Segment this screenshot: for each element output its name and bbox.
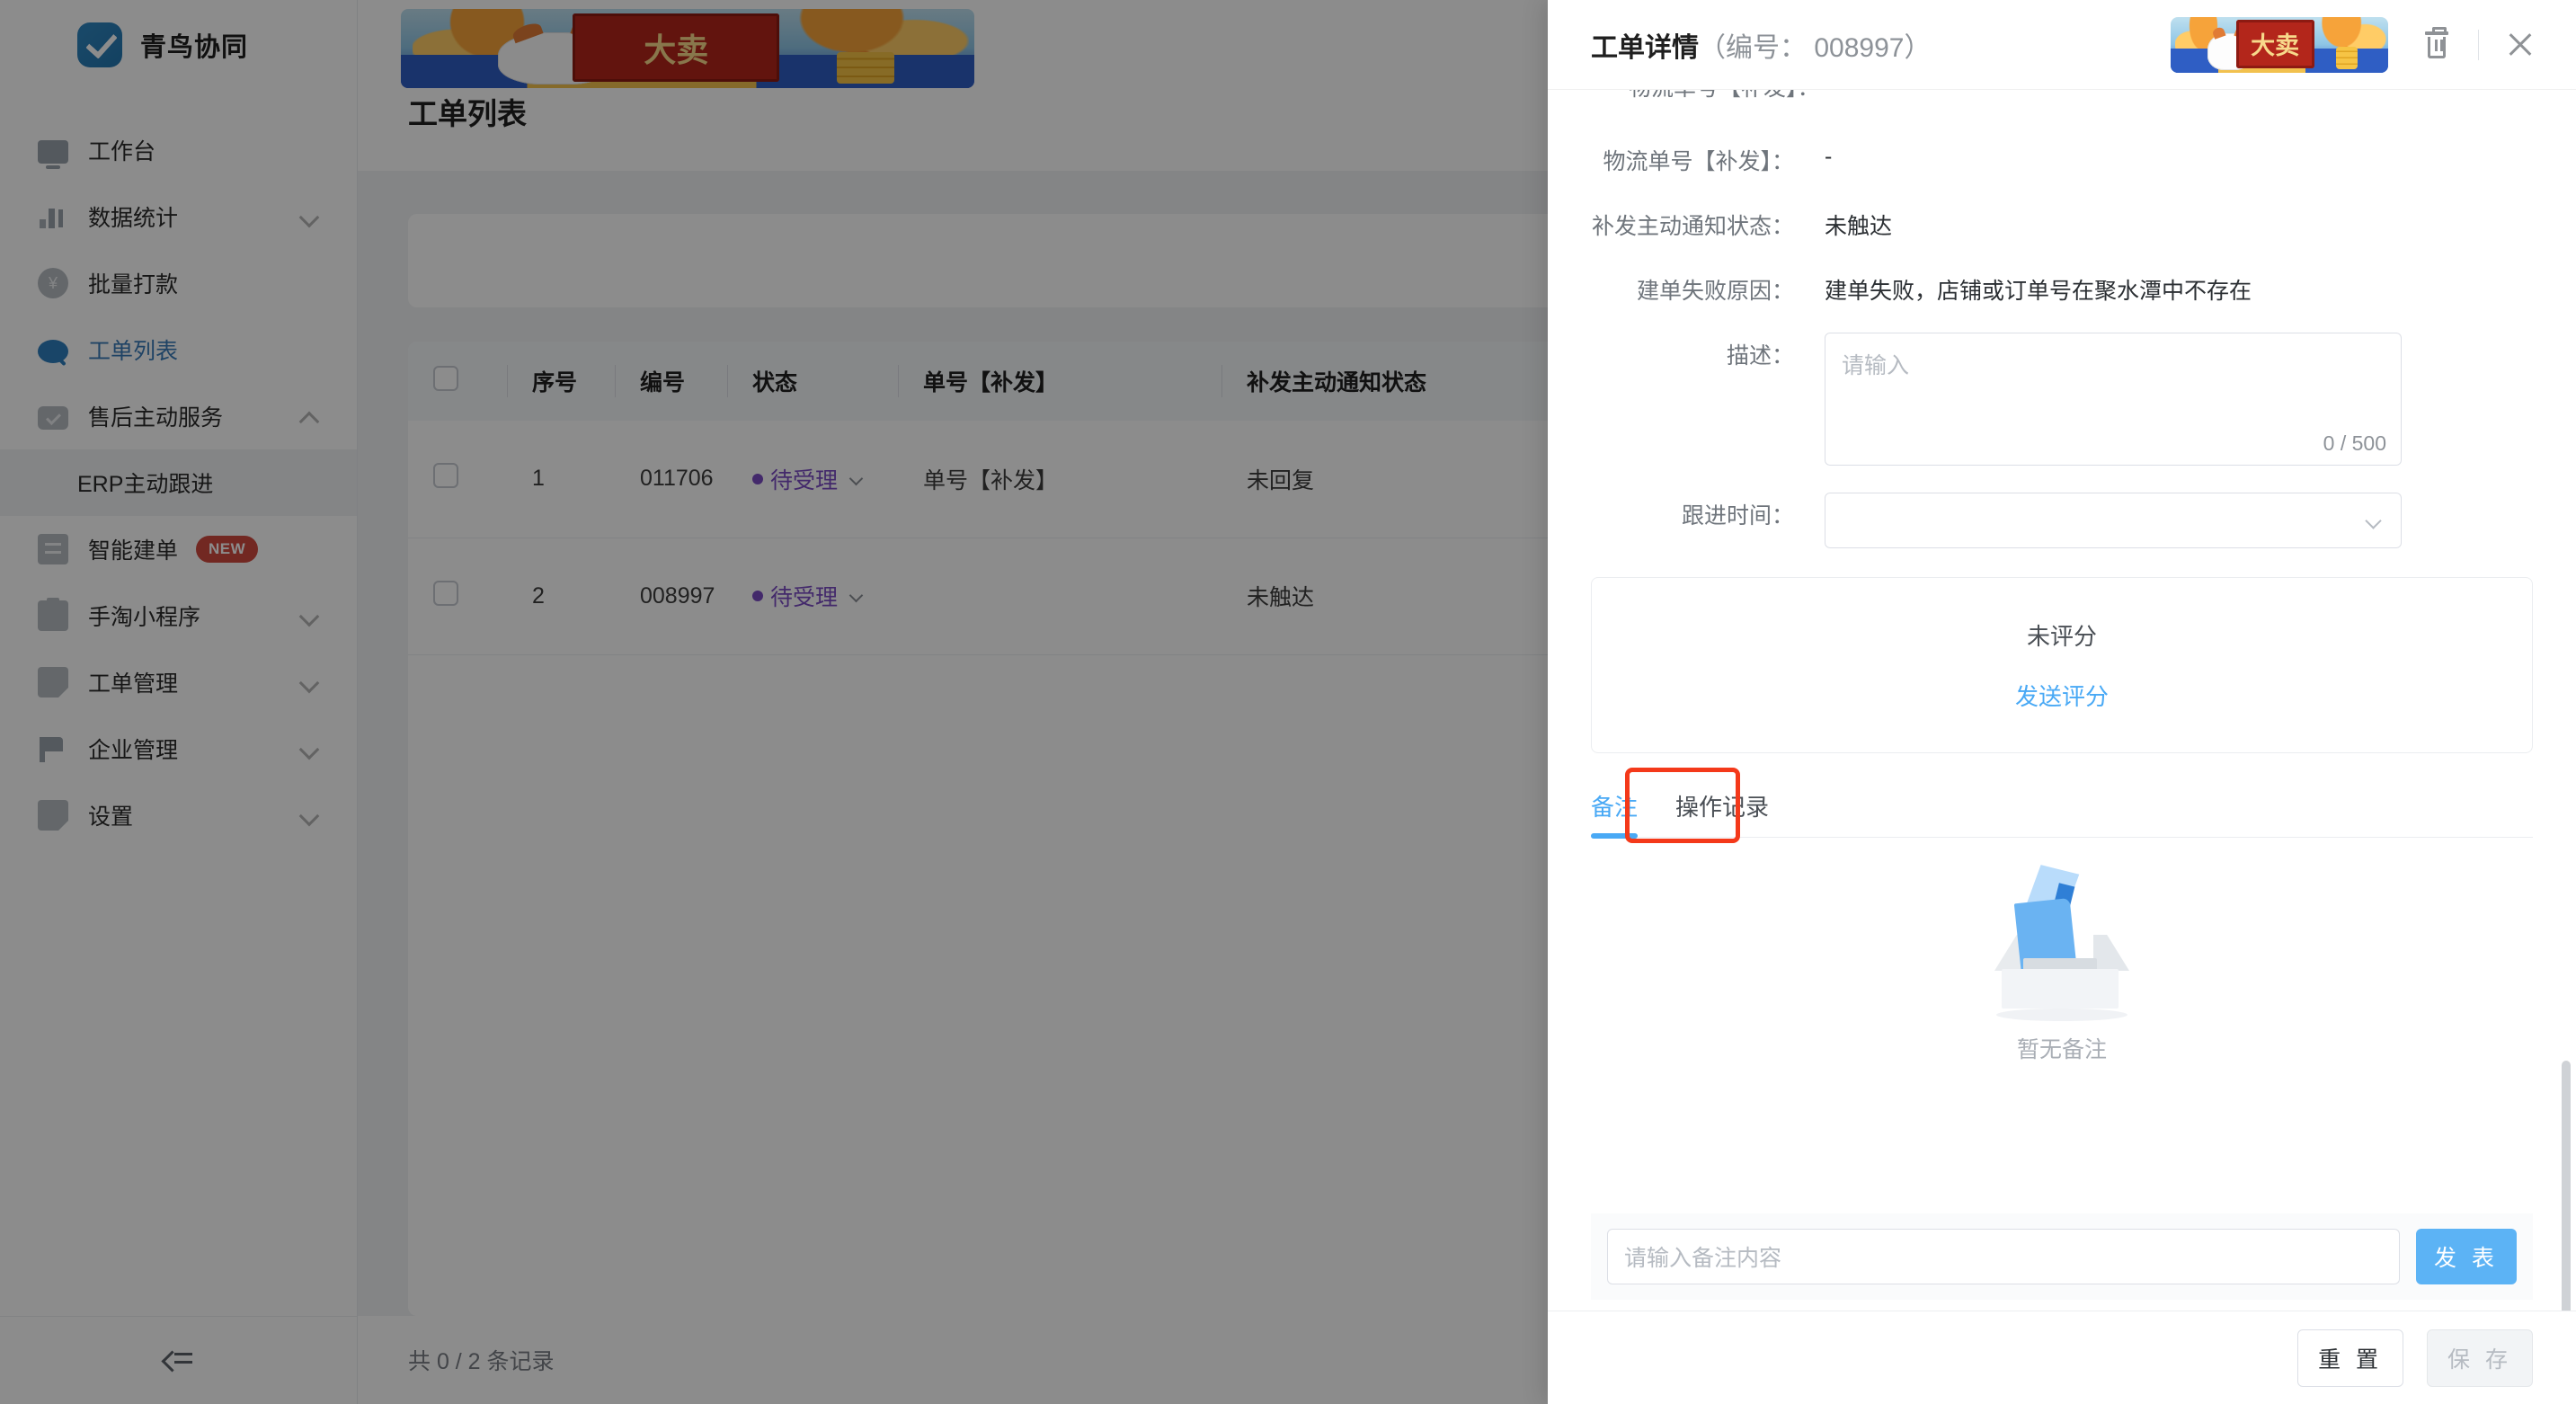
field-logistics-number: 物流单号【补发】： - [1591, 111, 2533, 176]
empty-caption: 暂无备注 [2016, 1037, 2107, 1062]
tab-operation-log[interactable]: 操作记录 [1675, 789, 1769, 837]
field-label: 补发主动通知状态： [1591, 214, 1794, 239]
drawer-scrollbar[interactable] [2562, 1061, 2571, 1311]
close-icon[interactable] [2502, 27, 2538, 63]
field-failure-reason: 建单失败原因： 建单失败，店铺或订单号在聚水潭中不存在 [1591, 241, 2533, 306]
trash-icon[interactable] [2419, 26, 2455, 63]
rating-status: 未评分 [2026, 623, 2097, 650]
drawer-tabs: 备注 操作记录 [1591, 768, 2533, 843]
field-label: 描述： [1726, 343, 1794, 369]
field-value: 未触达 [1825, 214, 1893, 239]
screen: 青鸟协同 工作台 数据统计 ¥ 批量打款 工单列表 售后主动服务 ERP主动跟进… [0, 0, 2576, 1404]
chevron-down-icon [2367, 513, 2383, 529]
post-comment-button[interactable]: 发 表 [2416, 1229, 2517, 1284]
field-description: 描述： 请输入 0 / 500 [1591, 306, 2533, 466]
follow-time-select[interactable] [1825, 493, 2402, 548]
field-value: - [1825, 144, 1833, 169]
clipped-field-row: 物流单号【补发】： [1591, 90, 2533, 111]
tab-notes[interactable]: 备注 [1591, 789, 1639, 839]
drawer-title: 工单详情（编号： 008997） [1591, 25, 1931, 65]
divider [2478, 29, 2479, 60]
field-label: 物流单号【补发】： [1603, 149, 1794, 174]
field-notify-status: 补发主动通知状态： 未触达 [1591, 176, 2533, 241]
drawer-title-code: （编号： 008997） [1699, 32, 1932, 63]
field-follow-time: 跟进时间： [1591, 466, 2533, 548]
comment-bar: 请输入备注内容 发 表 [1591, 1213, 2533, 1300]
description-placeholder: 请输入 [1842, 353, 1910, 378]
field-value: 建单失败，店铺或订单号在聚水潭中不存在 [1825, 279, 2252, 304]
empty-state: 暂无备注 [1591, 865, 2533, 1064]
drawer-header-actions [2419, 26, 2538, 63]
save-button[interactable]: 保 存 [2427, 1328, 2533, 1387]
reset-button[interactable]: 重 置 [2297, 1328, 2404, 1387]
send-rating-link[interactable]: 发送评分 [2015, 679, 2109, 712]
rating-card: 未评分 发送评分 [1591, 577, 2533, 753]
empty-box-icon [1985, 865, 2138, 1021]
drawer-promo-banner[interactable] [2171, 16, 2388, 73]
field-label: 建单失败原因： [1636, 279, 1794, 304]
drawer-header: 工单详情（编号： 008997） [1548, 0, 2576, 90]
description-textarea[interactable]: 请输入 0 / 500 [1825, 333, 2402, 466]
field-label: 跟进时间： [1681, 503, 1794, 529]
drawer-body: 物流单号【补发】： 物流单号【补发】： - 补发主动通知状态： 未触达 建单失败… [1548, 90, 2576, 1311]
drawer-title-text: 工单详情 [1591, 32, 1699, 63]
description-counter: 0 / 500 [2323, 431, 2386, 455]
drawer-footer: 重 置 保 存 [1548, 1311, 2576, 1404]
clipped-field-label: 物流单号【补发】： [1629, 90, 1820, 102]
ticket-detail-drawer: 工单详情（编号： 008997） 物流单号【补发】： 物 [1548, 0, 2576, 1404]
comment-input[interactable]: 请输入备注内容 [1607, 1229, 2400, 1284]
